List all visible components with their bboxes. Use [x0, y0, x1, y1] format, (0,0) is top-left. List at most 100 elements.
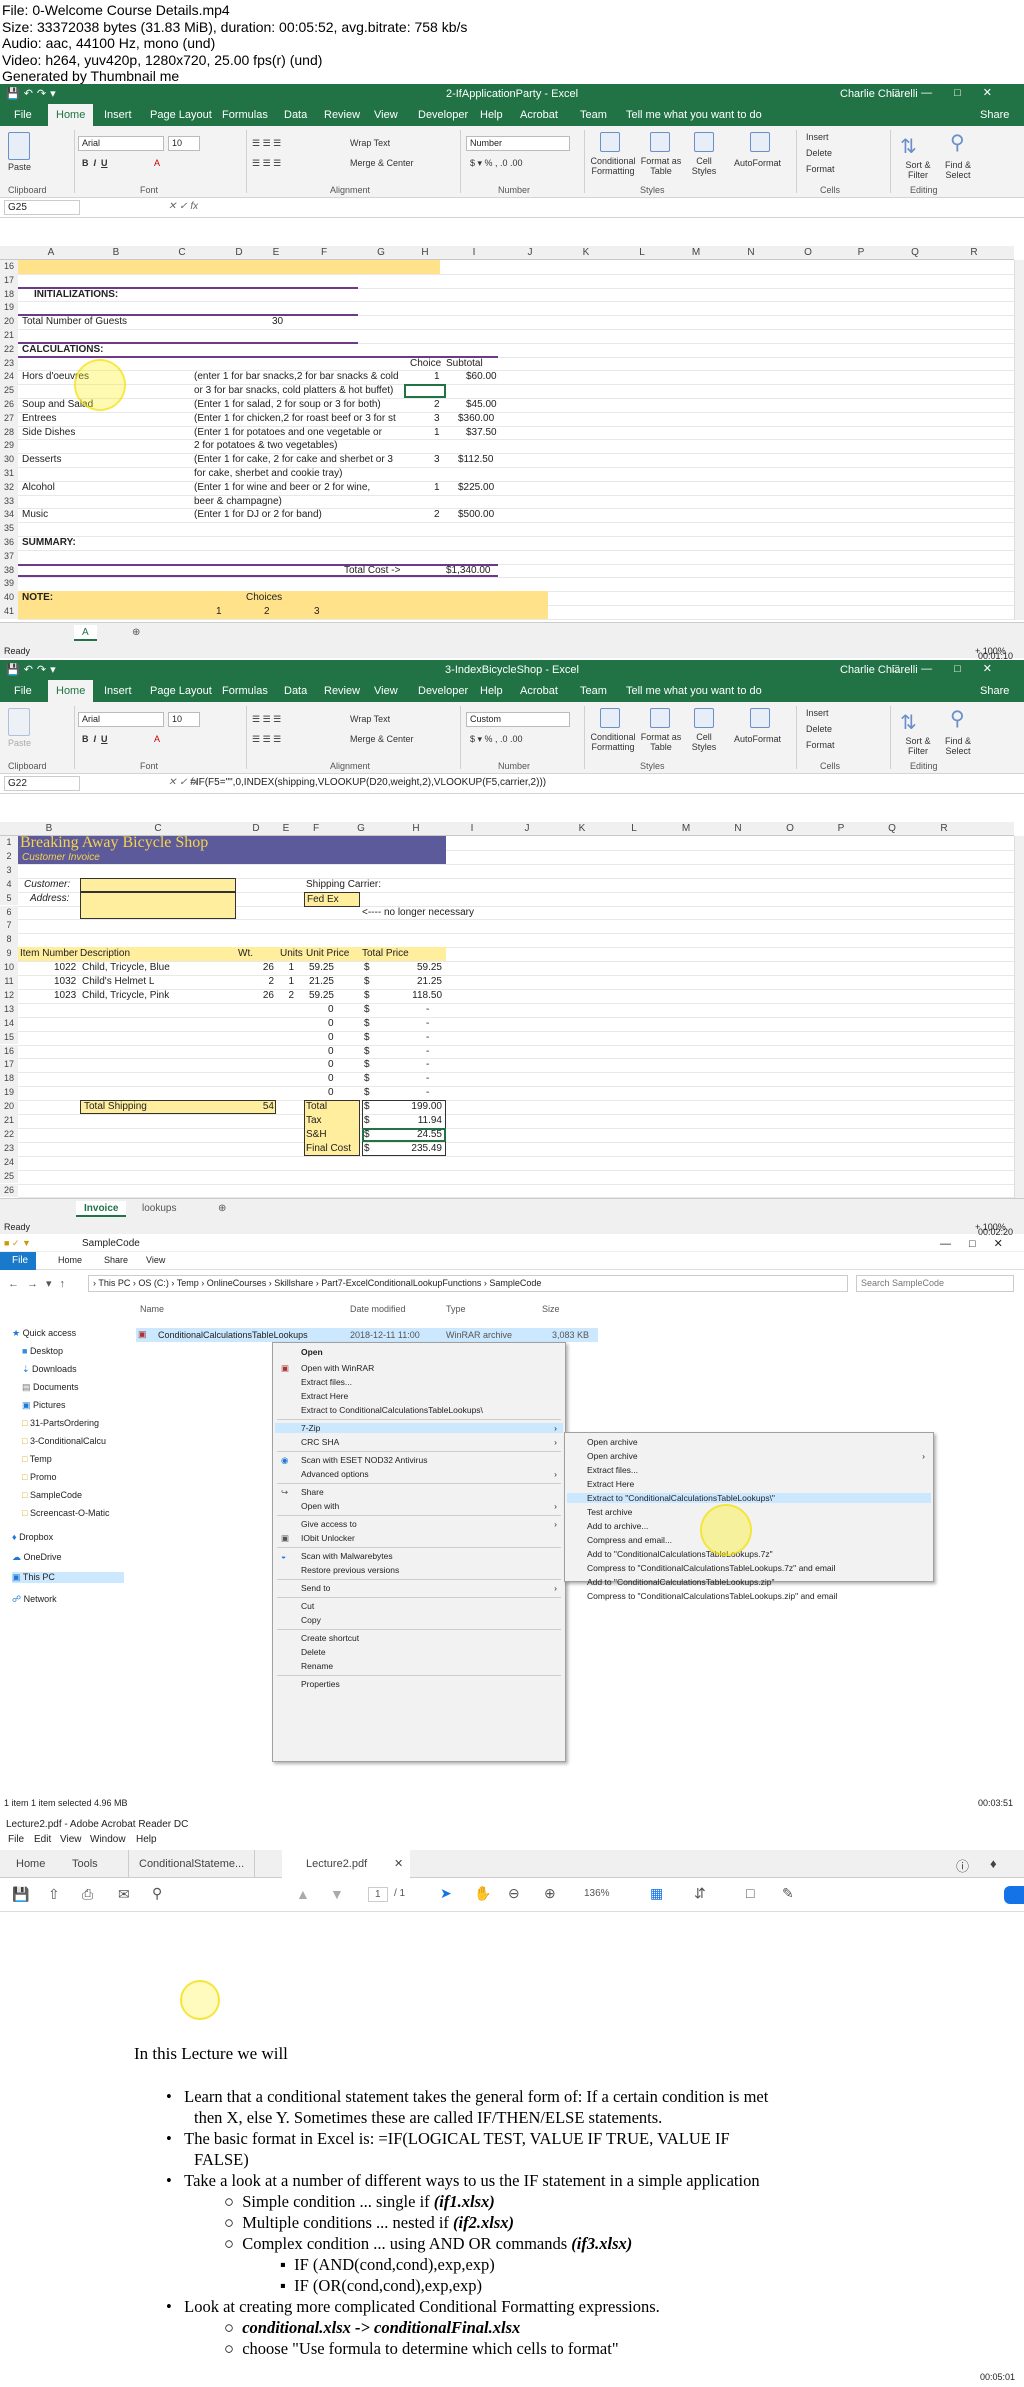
- name-box[interactable]: G25: [4, 200, 80, 215]
- column-header[interactable]: L: [608, 823, 660, 834]
- tab-insert[interactable]: Insert: [104, 109, 132, 121]
- cell-styles-icon[interactable]: [694, 132, 714, 152]
- format-button[interactable]: Format: [806, 740, 835, 750]
- item-weight[interactable]: 2: [256, 975, 274, 988]
- sidebar-item[interactable]: ▣ Pictures: [22, 1400, 66, 1411]
- row-header[interactable]: 30: [0, 453, 18, 467]
- autoformat-button[interactable]: AutoFormat: [734, 158, 781, 168]
- tab-file[interactable]: File: [14, 685, 32, 697]
- font-name-box[interactable]: Arial: [78, 712, 164, 727]
- number-format-icons[interactable]: $ ▾ % , .0 .00: [470, 734, 523, 745]
- zero-price[interactable]: 0: [328, 1058, 334, 1071]
- row-header[interactable]: 34: [0, 508, 18, 523]
- context-menu-item[interactable]: Scan with ESET NOD32 Antivirus: [301, 1455, 427, 1465]
- crumb[interactable]: OnlineCourses: [207, 1278, 267, 1288]
- find-select-button[interactable]: Find & Select: [940, 736, 976, 756]
- align-icons[interactable]: ☰ ☰ ☰: [252, 138, 281, 149]
- empty-total[interactable]: -: [426, 1045, 429, 1058]
- nav-arrows-icon[interactable]: ←→▾↑: [8, 1277, 73, 1290]
- align-icons-2[interactable]: ☰ ☰ ☰: [252, 158, 281, 169]
- tab-review[interactable]: Review: [324, 109, 360, 121]
- row-header[interactable]: 22: [0, 342, 18, 357]
- tab-help[interactable]: Help: [480, 109, 503, 121]
- row-header[interactable]: 20: [0, 1100, 18, 1114]
- submenu-item[interactable]: Extract to "ConditionalCalculationsTable…: [567, 1493, 931, 1503]
- sidebar-item[interactable]: ■ Desktop: [22, 1346, 63, 1356]
- sidebar-item[interactable]: □ Promo: [22, 1472, 56, 1482]
- conditional-formatting-icon[interactable]: [600, 132, 620, 152]
- cell-side[interactable]: Side Dishes: [22, 426, 75, 439]
- empty-total[interactable]: -: [426, 1072, 429, 1085]
- format-as-table-button[interactable]: Format as Table: [640, 156, 682, 176]
- tab-developer[interactable]: Developer: [418, 685, 468, 697]
- selected-cell[interactable]: [404, 384, 446, 398]
- row-header[interactable]: 37: [0, 549, 18, 564]
- row-header[interactable]: 10: [0, 961, 18, 975]
- format-button[interactable]: Format: [806, 164, 835, 174]
- shipping-weight[interactable]: 54: [256, 1100, 274, 1113]
- sidebar-item[interactable]: ♦ Dropbox: [12, 1532, 53, 1542]
- total-value[interactable]: 199.00: [396, 1100, 442, 1113]
- sidebar-item[interactable]: ▤ Documents: [22, 1382, 79, 1393]
- crumb[interactable]: SampleCode: [489, 1278, 541, 1288]
- cell-musicS[interactable]: $500.00: [458, 508, 494, 521]
- row-header[interactable]: 28: [0, 425, 18, 440]
- tab-insert[interactable]: Insert: [104, 685, 132, 697]
- row-header[interactable]: 5: [0, 891, 18, 906]
- carrier-input[interactable]: Fed Ex: [304, 891, 360, 907]
- window-controls[interactable]: □—□✕: [892, 662, 1014, 675]
- context-menu-item[interactable]: Send to: [301, 1583, 330, 1593]
- column-header[interactable]: P: [816, 823, 866, 834]
- item-description[interactable]: Child, Tricycle, Blue: [82, 961, 170, 974]
- delete-button[interactable]: Delete: [806, 148, 832, 158]
- menu-view[interactable]: View: [60, 1834, 82, 1845]
- mail-icon[interactable]: ✉: [118, 1886, 130, 1903]
- row-header[interactable]: 25: [0, 1169, 18, 1184]
- wrap-text-button[interactable]: Wrap Text: [350, 138, 390, 148]
- column-header[interactable]: M: [660, 823, 712, 834]
- cell-sideDesc[interactable]: (Enter 1 for potatoes and one vegetable …: [194, 426, 382, 439]
- row-header[interactable]: 40: [0, 591, 18, 605]
- autoformat-icon[interactable]: [750, 708, 770, 728]
- item-number[interactable]: 1023: [54, 989, 76, 1002]
- context-menu-item[interactable]: Open with: [301, 1501, 339, 1511]
- sidebar-item[interactable]: □ 3-ConditionalCalcu: [22, 1436, 106, 1446]
- row-header[interactable]: 23: [0, 356, 18, 371]
- row-header[interactable]: 4: [0, 877, 18, 892]
- tab-lecture2[interactable]: Lecture2.pdf: [282, 1850, 410, 1878]
- col-date[interactable]: Date modified: [350, 1304, 406, 1314]
- row-header[interactable]: 21: [0, 1114, 18, 1128]
- row-header[interactable]: 22: [0, 1127, 18, 1142]
- context-menu-item[interactable]: Cut: [301, 1601, 314, 1611]
- zero-price[interactable]: 0: [328, 1086, 334, 1099]
- sheet-grid[interactable]: 1 2 3 4 5 6 7 8 9 10 11 12 13 14 15 16 17 18 19 20 21 22 23 24 2…: [0, 834, 1014, 1199]
- cell-r41c[interactable]: 3: [314, 605, 320, 618]
- cell-horsS[interactable]: $60.00: [466, 370, 497, 383]
- column-header[interactable]: B: [18, 823, 80, 834]
- item-units[interactable]: 1: [282, 975, 294, 988]
- context-menu-item[interactable]: Advanced options: [301, 1469, 369, 1479]
- share-button[interactable]: Share: [980, 109, 1009, 121]
- context-menu-item[interactable]: IObit Unlocker: [301, 1533, 355, 1543]
- menu-edit[interactable]: Edit: [34, 1834, 51, 1845]
- align-icons[interactable]: ☰ ☰ ☰: [252, 714, 281, 725]
- row-header[interactable]: 41: [0, 605, 18, 619]
- customer-input[interactable]: [80, 877, 236, 892]
- item-number[interactable]: 1022: [54, 961, 76, 974]
- item-total[interactable]: 21.25: [396, 975, 442, 988]
- format-table-icon[interactable]: [650, 132, 670, 152]
- row-header[interactable]: 7: [0, 919, 18, 934]
- cell-musicC[interactable]: 2: [434, 508, 440, 521]
- bold-icon[interactable]: B I U: [82, 734, 108, 744]
- item-units[interactable]: 1: [282, 961, 294, 974]
- tab-data[interactable]: Data: [284, 685, 307, 697]
- fx-icon[interactable]: ✕ ✓ fx: [168, 201, 198, 212]
- row-header[interactable]: 11: [0, 975, 18, 989]
- crumb[interactable]: OS (C:): [138, 1278, 169, 1288]
- column-header[interactable]: E: [262, 247, 290, 258]
- row-header[interactable]: 36: [0, 536, 18, 550]
- conditional-formatting-icon[interactable]: [600, 708, 620, 728]
- upload-icon[interactable]: ⇧: [48, 1886, 60, 1903]
- cell-dessS[interactable]: $112.50: [458, 453, 493, 466]
- column-header[interactable]: G: [336, 823, 386, 834]
